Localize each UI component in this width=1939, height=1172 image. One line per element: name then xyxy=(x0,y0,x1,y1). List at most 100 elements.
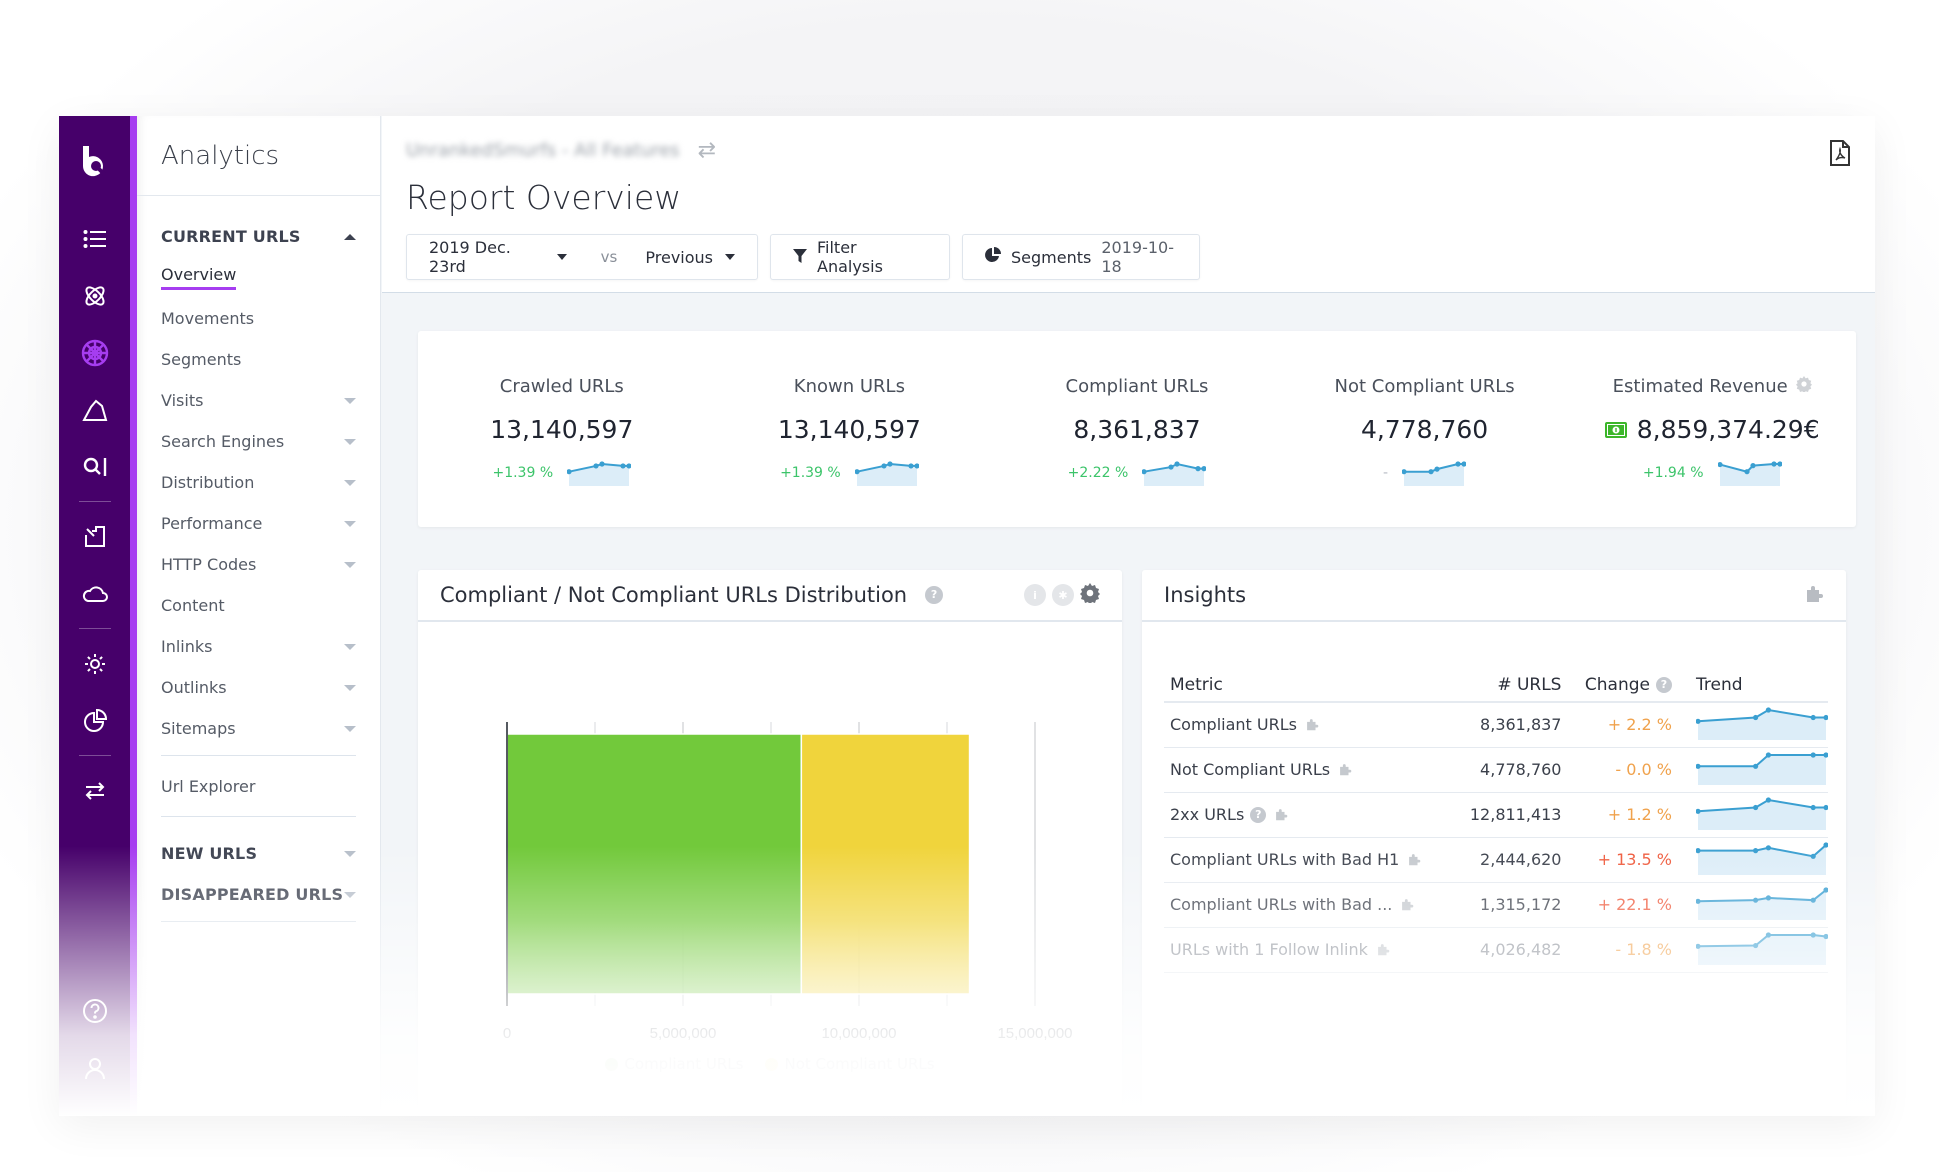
kpi-not-compliant-urls[interactable]: Not Compliant URLs 4,778,760 - xyxy=(1281,331,1569,527)
atom-icon[interactable] xyxy=(59,267,130,324)
panel-title: Compliant / Not Compliant URLs Distribut… xyxy=(440,583,908,607)
kpi-known-urls[interactable]: Known URLs 13,140,597 +1.39 % xyxy=(706,331,994,527)
pdf-export-icon[interactable] xyxy=(1829,140,1851,170)
segments-button[interactable]: Segments 2019-10-18 xyxy=(962,234,1200,280)
nav-item-movements[interactable]: Movements xyxy=(137,298,380,339)
kpi-label: Estimated Revenue xyxy=(1613,376,1812,397)
metric-cell: Not Compliant URLs xyxy=(1164,747,1457,793)
table-row[interactable]: Compliant URLs 8,361,837 + 2.2 % xyxy=(1164,702,1829,748)
puzzle-icon[interactable] xyxy=(1407,851,1421,870)
settings-gear-icon[interactable] xyxy=(1080,583,1100,607)
nav-item-search-engines[interactable]: Search Engines xyxy=(137,421,380,462)
nav-item-segments[interactable]: Segments xyxy=(137,339,380,380)
sparkline-point xyxy=(1810,897,1816,903)
metric-name[interactable]: URLs with 1 Follow Inlink xyxy=(1170,940,1368,959)
table-row[interactable]: URLs with 1 Follow Inlink 4,026,482- 1.8 … xyxy=(1164,927,1829,973)
puzzle-icon[interactable] xyxy=(1400,896,1414,915)
date-select[interactable]: 2019 Dec. 23rd xyxy=(429,238,567,276)
sparkline-point xyxy=(1743,469,1750,475)
kpi-crawled-urls[interactable]: Crawled URLs 13,140,597 +1.39 % xyxy=(418,331,706,527)
metric-name[interactable]: Compliant URLs with Bad ... xyxy=(1170,895,1392,914)
metric-name[interactable]: Not Compliant URLs xyxy=(1170,760,1330,779)
mountain-icon[interactable] xyxy=(59,381,130,438)
puzzle-icon[interactable] xyxy=(1274,806,1288,825)
puzzle-icon[interactable] xyxy=(1338,761,1352,780)
help-icon[interactable]: ? xyxy=(1656,676,1672,693)
pie-chart-icon[interactable] xyxy=(59,692,130,749)
sparkline-area xyxy=(1404,464,1465,486)
nav-item-outlinks[interactable]: Outlinks xyxy=(137,667,380,708)
metric-name[interactable]: 2xx URLs xyxy=(1170,805,1244,824)
nav-item-overview[interactable]: Overview xyxy=(137,257,380,298)
puzzle-icon[interactable] xyxy=(1804,583,1824,607)
change-value: + 2.2 % xyxy=(1571,702,1684,748)
change-value: - 1.8 % xyxy=(1571,927,1684,973)
view-more-link[interactable]: View More xyxy=(1022,1108,1100,1116)
metric-name[interactable]: Compliant URLs xyxy=(1170,715,1297,734)
col-change[interactable]: Change? xyxy=(1571,668,1684,703)
kpi-label: Not Compliant URLs xyxy=(1335,376,1515,397)
caret-down-icon[interactable] xyxy=(344,520,356,527)
nav-section-new-urls[interactable]: NEW URLS xyxy=(137,833,380,874)
metric-name[interactable]: Compliant URLs with Bad H1 xyxy=(1170,850,1399,869)
nav-item-inlinks[interactable]: Inlinks xyxy=(137,626,380,667)
info-icon[interactable]: i xyxy=(1024,584,1046,606)
revenue-settings-gear-icon[interactable] xyxy=(1795,376,1812,397)
radar-icon[interactable] xyxy=(59,324,130,381)
caret-down-icon[interactable] xyxy=(344,643,356,650)
cloud-icon[interactable] xyxy=(59,565,130,622)
swap-project-icon[interactable]: ⇄ xyxy=(698,138,716,163)
gear-icon[interactable] xyxy=(59,635,130,692)
kpi-footer: +1.94 % xyxy=(1643,460,1782,486)
chevron-down-icon xyxy=(725,254,735,260)
caret-down-icon[interactable] xyxy=(344,561,356,568)
user-icon[interactable] xyxy=(59,1039,130,1096)
project-switcher[interactable]: UnrankedSmurfs - All Features ⇄ xyxy=(406,138,716,163)
trend-sparkline xyxy=(1695,796,1829,830)
nav-section-current-urls[interactable]: CURRENT URLS xyxy=(137,216,380,257)
nav-item-url-explorer[interactable]: Url Explorer xyxy=(137,762,380,810)
table-row[interactable]: Compliant URLs with Bad ... 1,315,172 + 22… xyxy=(1164,882,1829,928)
help-icon[interactable]: ? xyxy=(925,586,944,604)
nav-item-visits[interactable]: Visits xyxy=(137,380,380,421)
help-icon[interactable]: ? xyxy=(1250,807,1267,823)
caret-down-icon[interactable] xyxy=(344,684,356,691)
sparkline-area xyxy=(856,464,917,486)
search-log-icon[interactable] xyxy=(59,438,130,495)
nav-item-content[interactable]: Content xyxy=(137,585,380,626)
kpi-compliant-urls[interactable]: Compliant URLs 8,361,837 +2.22 % xyxy=(993,331,1281,527)
legend-item[interactable]: Not Compliant URLs xyxy=(765,1055,935,1073)
swap-icon[interactable] xyxy=(59,762,130,819)
caret-down-icon[interactable] xyxy=(344,479,356,486)
sparkline-point xyxy=(1810,853,1816,859)
nav-section-disappeared-urls[interactable]: DISAPPEARED URLS xyxy=(137,874,380,915)
table-row[interactable]: Compliant URLs with Bad H1 2,444,620 + 13.… xyxy=(1164,837,1829,883)
filter-analysis-button[interactable]: Filter Analysis xyxy=(770,234,950,280)
compare-select[interactable]: Previous xyxy=(645,248,735,267)
puzzle-icon[interactable] xyxy=(1305,716,1319,735)
col-urls[interactable]: # URLS xyxy=(1456,668,1572,703)
nav-item-label: Overview xyxy=(161,265,237,290)
legend-item[interactable]: Compliant URLs xyxy=(605,1055,743,1073)
help-icon[interactable] xyxy=(59,982,130,1039)
kpi-value: 8,859,374.29€ xyxy=(1604,415,1820,444)
nav-item-distribution[interactable]: Distribution xyxy=(137,462,380,503)
logo-b-icon[interactable] xyxy=(80,136,110,188)
nav-item-sitemaps[interactable]: Sitemaps xyxy=(137,708,380,749)
nav-item-label: HTTP Codes xyxy=(161,555,257,574)
caret-down-icon[interactable] xyxy=(344,397,356,404)
app-window: Analytics CURRENT URLS Overview Movements… xyxy=(59,116,1875,1116)
puzzle-icon[interactable] xyxy=(1376,941,1390,960)
table-row[interactable]: Not Compliant URLs 4,778,760- 0.0 % xyxy=(1164,747,1829,793)
caret-down-icon[interactable] xyxy=(344,438,356,445)
nav-item-performance[interactable]: Performance xyxy=(137,503,380,544)
bug-icon[interactable]: ✱ xyxy=(1052,584,1074,606)
list-icon[interactable] xyxy=(59,210,130,267)
sparkline-point xyxy=(1749,463,1756,469)
kpi-estimated-revenue[interactable]: Estimated Revenue 8,859,374.29€ +1.94 % xyxy=(1568,331,1856,527)
table-row[interactable]: 2xx URLs? 12,811,413 + 1.2 % xyxy=(1164,792,1829,838)
caret-down-icon[interactable] xyxy=(344,725,356,732)
edit-page-icon[interactable] xyxy=(59,508,130,565)
col-metric[interactable]: Metric xyxy=(1164,668,1457,703)
nav-item-http-codes[interactable]: HTTP Codes xyxy=(137,544,380,585)
